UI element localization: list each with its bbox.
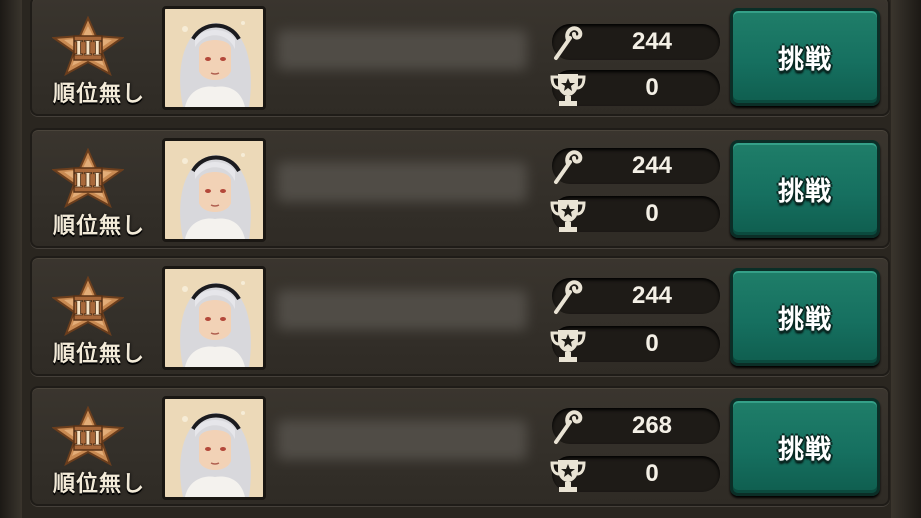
rank-label: 順位無し [52, 472, 145, 497]
rank-label: 順位無し [52, 342, 145, 367]
opponent-row: III 順位無し 268 0 挑戦 [30, 386, 890, 506]
power-stat: 244 [552, 148, 720, 184]
left-frame [0, 0, 22, 518]
staff-icon [554, 280, 583, 314]
avatar[interactable] [162, 266, 266, 370]
opponent-row: III 順位無し 244 0 挑戦 [30, 256, 890, 376]
trophy-icon [550, 460, 586, 492]
challenge-label: 挑戦 [777, 434, 832, 465]
trophy-value: 0 [645, 330, 659, 357]
rank-label: 順位無し [52, 82, 145, 107]
avatar[interactable] [162, 138, 266, 242]
trophy-value: 0 [645, 74, 659, 101]
rank-numeral: III [74, 296, 102, 320]
staff-icon [554, 26, 583, 60]
power-value: 244 [631, 28, 673, 55]
rank-numeral: III [74, 426, 102, 450]
challenge-label: 挑戦 [777, 304, 832, 335]
staff-icon [554, 150, 583, 184]
power-stat: 268 [552, 408, 720, 444]
challenge-label: 挑戦 [777, 176, 832, 207]
bronze-star-rank-icon: III [52, 148, 124, 208]
avatar[interactable] [162, 396, 266, 500]
trophy-icon [550, 74, 586, 106]
rank-numeral: III [74, 168, 102, 192]
player-name-blurred [277, 420, 527, 460]
bronze-star-rank-icon: III [52, 16, 124, 76]
trophy-icon [550, 200, 586, 232]
staff-icon [554, 410, 583, 444]
rank-label: 順位無し [52, 214, 145, 239]
right-frame [891, 0, 921, 518]
power-stat: 244 [552, 278, 720, 314]
trophy-value: 0 [645, 200, 659, 227]
trophy-stat: 0 [550, 70, 720, 106]
opponent-list[interactable]: III 順位無し 244 0 挑戦 III 順位無し 244 0 挑戦 III … [30, 0, 892, 518]
bronze-star-rank-icon: III [52, 276, 124, 336]
bronze-star-rank-icon: III [52, 406, 124, 466]
power-value: 244 [631, 282, 673, 309]
challenge-button[interactable]: 挑戦 [730, 8, 880, 106]
avatar[interactable] [162, 6, 266, 110]
rank-numeral: III [74, 36, 102, 60]
opponent-row: III 順位無し 244 0 挑戦 [30, 128, 890, 248]
power-stat: 244 [552, 24, 720, 60]
power-value: 244 [631, 152, 673, 179]
player-name-blurred [277, 162, 527, 202]
trophy-stat: 0 [550, 456, 720, 492]
trophy-icon [550, 330, 586, 362]
challenge-button[interactable]: 挑戦 [730, 140, 880, 238]
challenge-button[interactable]: 挑戦 [730, 398, 880, 496]
challenge-label: 挑戦 [777, 44, 832, 75]
opponent-row: III 順位無し 244 0 挑戦 [30, 0, 890, 116]
player-name-blurred [277, 290, 527, 330]
challenge-button[interactable]: 挑戦 [730, 268, 880, 366]
trophy-value: 0 [645, 460, 659, 487]
trophy-stat: 0 [550, 196, 720, 232]
power-value: 268 [631, 412, 673, 439]
trophy-stat: 0 [550, 326, 720, 362]
player-name-blurred [277, 30, 527, 70]
